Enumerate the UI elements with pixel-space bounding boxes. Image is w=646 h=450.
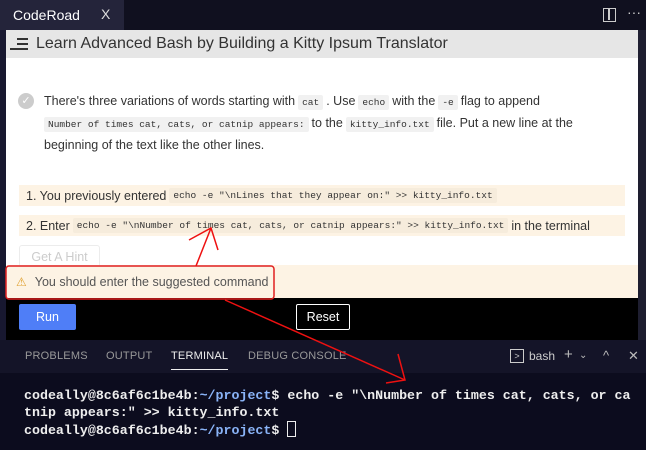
maximize-panel-icon[interactable]: ^ xyxy=(603,348,609,363)
terminal-line[interactable]: tnip appears:" >> kitty_info.txt xyxy=(24,404,279,421)
terminal-selector[interactable]: > bash xyxy=(510,349,555,363)
more-actions-icon[interactable]: ··· xyxy=(627,4,641,20)
run-button[interactable]: Run xyxy=(19,304,76,330)
close-tab-icon[interactable]: X xyxy=(101,6,110,22)
tab-title: CodeRoad xyxy=(13,7,80,23)
tab-terminal[interactable]: TERMINAL xyxy=(171,350,229,370)
split-editor-icon[interactable] xyxy=(603,8,616,22)
tab-coderoad[interactable]: CodeRoad X xyxy=(0,0,124,30)
menu-icon[interactable] xyxy=(10,36,28,52)
edge xyxy=(638,30,646,340)
check-icon: ✓ xyxy=(18,93,34,109)
reset-button[interactable]: Reset xyxy=(296,304,350,330)
tab-output[interactable]: OUTPUT xyxy=(106,350,152,362)
tutorial-header: Learn Advanced Bash by Building a Kitty … xyxy=(6,30,638,58)
terminal-line[interactable]: codeally@8c6af6c1be4b:~/project$ xyxy=(24,421,297,439)
terminal-line[interactable]: codeally@8c6af6c1be4b:~/project$ echo -e… xyxy=(24,387,630,404)
new-terminal-icon[interactable]: + xyxy=(564,346,573,363)
tab-debug-console[interactable]: DEBUG CONSOLE xyxy=(248,350,347,362)
tutorial-title: Learn Advanced Bash by Building a Kitty … xyxy=(36,35,448,52)
terminal-icon: > xyxy=(510,349,524,363)
warning-icon: ⚠ xyxy=(16,274,27,289)
step-row-2: 2. Enter echo -e "\nNumber of times cat, … xyxy=(19,215,625,236)
step-row-1: 1. You previously entered echo -e "\nLine… xyxy=(19,185,625,206)
warning-message: ⚠ You should enter the suggested command xyxy=(6,265,638,298)
step-description: ✓ There's three variations of words star… xyxy=(18,91,618,156)
tab-problems[interactable]: PROBLEMS xyxy=(25,350,88,362)
terminal-cursor xyxy=(287,421,297,437)
chevron-down-icon[interactable]: ⌄ xyxy=(579,350,587,361)
close-panel-icon[interactable]: ✕ xyxy=(628,348,639,364)
